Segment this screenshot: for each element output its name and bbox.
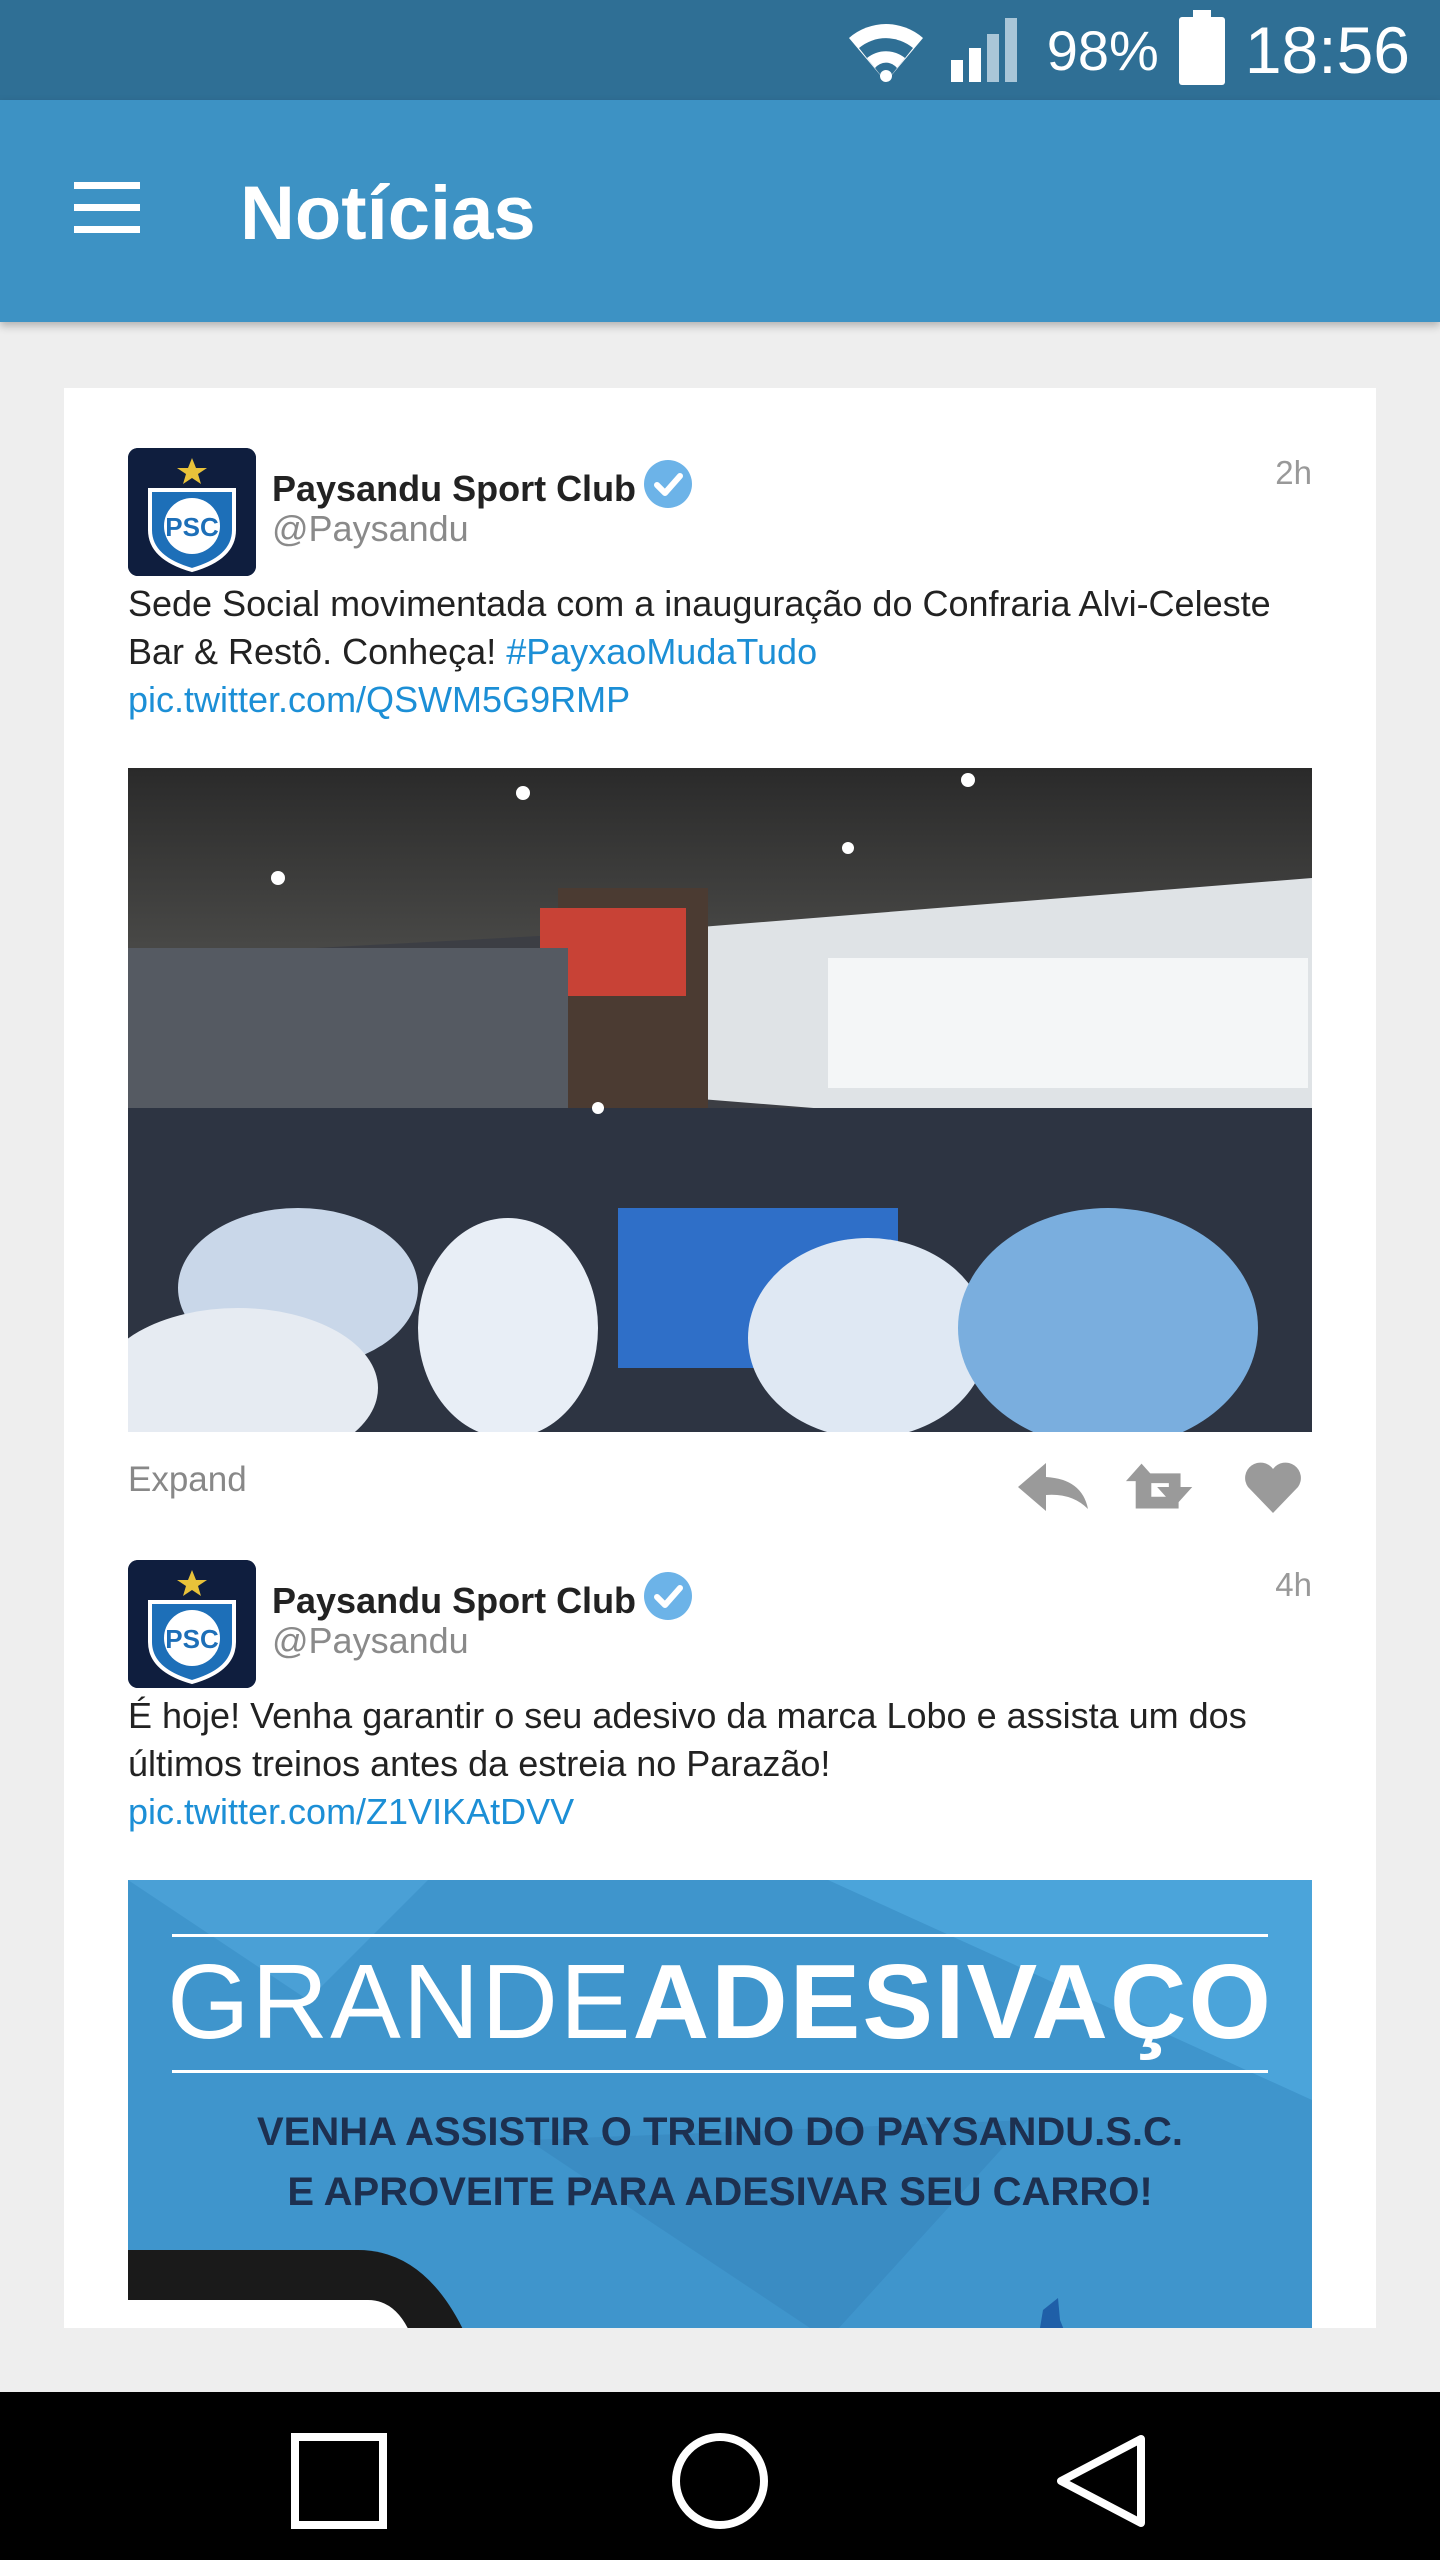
author-handle: @Paysandu bbox=[272, 508, 469, 549]
wifi-icon bbox=[841, 12, 931, 89]
recents-icon[interactable] bbox=[284, 2426, 394, 2536]
pic-link[interactable]: pic.twitter.com/QSWM5G9RMP bbox=[128, 679, 630, 720]
status-bar: 98% 18:56 bbox=[0, 0, 1440, 100]
clock: 18:56 bbox=[1244, 13, 1410, 87]
author-handle: @Paysandu bbox=[272, 1620, 469, 1661]
tweet-time: 4h bbox=[1275, 1566, 1312, 1603]
signal-icon bbox=[949, 12, 1029, 89]
tweet-time: 2h bbox=[1275, 454, 1312, 491]
banner-line-1: VENHA ASSISTIR O TREINO DO PAYSANDU.S.C. bbox=[256, 2110, 1184, 2154]
tweet-actions bbox=[1014, 1456, 1312, 1518]
reply-icon[interactable] bbox=[1014, 1456, 1092, 1518]
tweet-text: Sede Social movimentada com a inauguraçã… bbox=[128, 580, 1312, 724]
avatar[interactable]: PSC bbox=[128, 448, 256, 576]
menu-icon[interactable] bbox=[62, 180, 152, 240]
battery-percent: 98% bbox=[1046, 18, 1159, 82]
tweet-body: É hoje! Venha garantir o seu adesivo da … bbox=[128, 1695, 1247, 1784]
pic-link[interactable]: pic.twitter.com/Z1VIKAtDVV bbox=[128, 1791, 574, 1832]
author-name-text: Paysandu Sport Club bbox=[272, 467, 637, 509]
banner-subtitle: VENHA ASSISTIR O TREINO DO PAYSANDU.S.C.… bbox=[128, 2102, 1312, 2222]
tweet-photo[interactable] bbox=[128, 768, 1312, 1432]
system-nav-bar bbox=[0, 2392, 1440, 2560]
hashtag-link[interactable]: #PayxaoMudaTudo bbox=[506, 631, 817, 672]
svg-text:PSC: PSC bbox=[165, 1624, 219, 1654]
verified-icon bbox=[640, 1568, 696, 1633]
back-icon[interactable] bbox=[1046, 2426, 1156, 2536]
like-icon[interactable] bbox=[1234, 1456, 1312, 1518]
banner-title-bold: ADESIVAÇO bbox=[632, 1943, 1273, 2061]
app-bar: Notícias bbox=[0, 100, 1440, 322]
tweet-card[interactable]: PSC Paysandu Sport Club @Paysandu 2h Sed… bbox=[128, 448, 1312, 1513]
battery-icon bbox=[1177, 9, 1227, 91]
svg-text:PSC: PSC bbox=[165, 512, 219, 542]
news-feed[interactable]: PSC Paysandu Sport Club @Paysandu 2h Sed… bbox=[64, 388, 1376, 2328]
tweet-card[interactable]: PSC Paysandu Sport Club @Paysandu 4h É h… bbox=[128, 1560, 1312, 2328]
expand-link[interactable]: Expand bbox=[128, 1460, 247, 1500]
verified-icon bbox=[640, 456, 696, 521]
avatar[interactable]: PSC bbox=[128, 1560, 256, 1688]
banner-title: GRANDEADESIVAÇO bbox=[128, 1934, 1312, 2070]
page-title: Notícias bbox=[240, 171, 536, 256]
banner-title-light: GRANDE bbox=[167, 1943, 633, 2061]
banner-line-2: E APROVEITE PARA ADESIVAR SEU CARRO! bbox=[287, 2170, 1153, 2214]
home-icon[interactable] bbox=[665, 2426, 775, 2536]
tweet-photo[interactable]: GRANDEADESIVAÇO VENHA ASSISTIR O TREINO … bbox=[128, 1880, 1312, 2328]
tweet-text: É hoje! Venha garantir o seu adesivo da … bbox=[128, 1692, 1312, 1836]
retweet-icon[interactable] bbox=[1124, 1456, 1202, 1518]
author-name-text: Paysandu Sport Club bbox=[272, 1579, 637, 1621]
